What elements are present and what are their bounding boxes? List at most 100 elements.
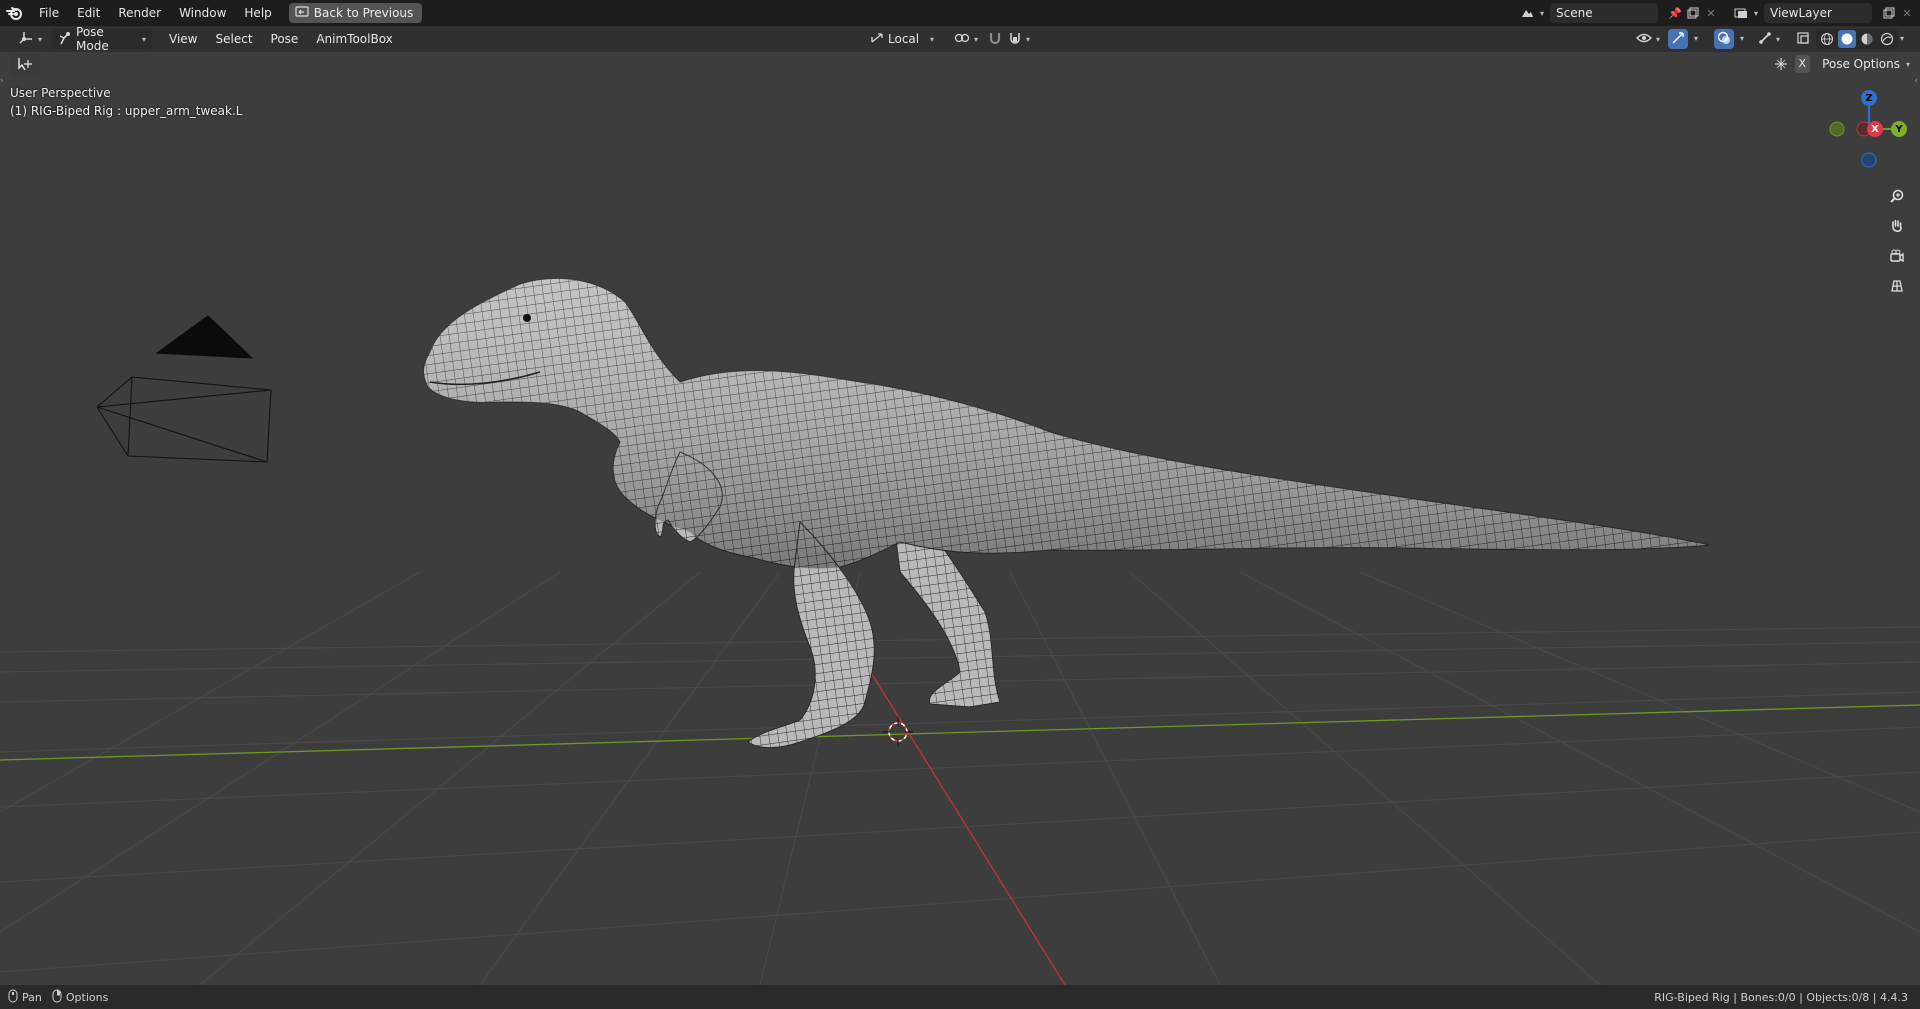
view-layer-name[interactable]: ViewLayer (1764, 3, 1872, 23)
scene-controls: ▾ Scene 📌 ✕ ▾ ViewLayer ✕ (1514, 0, 1920, 26)
scene-canvas[interactable] (0, 52, 1920, 985)
pose-options-dropdown[interactable]: Pose Options ▾ (1822, 57, 1910, 71)
pivot-icon (954, 31, 970, 48)
status-pan: Pan (0, 989, 50, 1006)
active-object-label: (1) RIG-Biped Rig : upper_arm_tweak.L (10, 104, 243, 118)
pin-icon[interactable]: 📌 (1668, 6, 1682, 20)
transform-orientation-selector[interactable]: Local ▾ (864, 29, 940, 49)
transform-orientation-label: Local (888, 32, 920, 46)
screen-back-icon (295, 5, 309, 21)
snapping-chevron-down-icon: ▾ (1026, 34, 1031, 44)
visibility-selector[interactable]: ▾ (1630, 29, 1666, 49)
status-info: RIG-Biped Rig | Bones:0/0 | Objects:0/8 … (1654, 990, 1908, 1004)
overlays-chevron-down-icon[interactable]: ▾ (1740, 34, 1744, 43)
trex-mesh (423, 278, 1711, 749)
material-shading-icon[interactable] (1858, 30, 1876, 48)
blender-logo-icon[interactable] (0, 0, 30, 26)
back-to-previous-button[interactable]: Back to Previous (288, 3, 423, 23)
eye-icon (1636, 32, 1652, 47)
3d-viewport-icon (18, 31, 34, 48)
menu-animtoolbox[interactable]: AnimToolBox (307, 32, 401, 46)
local-orientation-icon (870, 32, 884, 47)
pose-options-chevron-down-icon: ▾ (1905, 59, 1910, 69)
shading-chevron-down-icon[interactable]: ▾ (1900, 34, 1904, 43)
viewport-header: ▾ Pose Mode ▾ View Select Pose AnimToolB… (0, 25, 1920, 53)
zoom-icon[interactable] (1884, 183, 1910, 209)
orientation-chevron-down-icon: ▾ (929, 34, 934, 44)
snap-target-icon (1008, 31, 1022, 48)
camera-view-icon[interactable] (1884, 243, 1910, 269)
view-layer-selector[interactable]: ▾ ViewLayer (1728, 3, 1878, 23)
transform-affect-icon[interactable] (1773, 56, 1789, 72)
scene-icon (1520, 6, 1534, 20)
bone-overlays-chevron-down-icon: ▾ (1776, 34, 1781, 44)
top-menu-bar: File Edit Render Window Help Back to Pre… (0, 0, 1920, 26)
overlays-icon (1717, 31, 1731, 48)
gizmo-x-button[interactable]: X (1867, 121, 1883, 137)
3d-viewport[interactable]: User Perspective (1) RIG-Biped Rig : upp… (0, 52, 1920, 985)
status-bar: Pan Options RIG-Biped Rig | Bones:0/0 | … (0, 985, 1920, 1009)
delete-view-layer-icon[interactable]: ✕ (1900, 6, 1914, 20)
new-scene-icon[interactable] (1686, 6, 1700, 20)
xray-icon (1796, 31, 1810, 48)
sidebar-toggle-left-icon[interactable]: › (0, 76, 4, 86)
scene-selector[interactable]: ▾ Scene (1514, 3, 1664, 23)
editor-type-button[interactable]: ▾ (12, 29, 48, 49)
pose-options-label: Pose Options (1822, 57, 1900, 71)
x-mirror-toggle[interactable]: X (1794, 55, 1811, 73)
gizmos-toggle[interactable] (1668, 29, 1688, 49)
y-axis-line (0, 704, 1920, 761)
back-to-previous-label: Back to Previous (313, 6, 414, 20)
menu-view[interactable]: View (160, 32, 206, 46)
bone-icon (1758, 31, 1772, 48)
pan-hand-icon[interactable] (1884, 213, 1910, 239)
gizmo-icon (1671, 31, 1685, 48)
magnet-icon (988, 31, 1002, 48)
visibility-chevron-down-icon: ▾ (1656, 34, 1661, 44)
snapping-selector[interactable]: ▾ (1002, 29, 1036, 49)
bone-overlays-toggle[interactable]: ▾ (1752, 29, 1786, 49)
select-tool-button[interactable] (10, 54, 40, 76)
scene-name[interactable]: Scene (1550, 3, 1658, 23)
scene-chevron-down-icon: ▾ (1540, 8, 1545, 18)
pivot-point-selector[interactable]: ▾ (948, 29, 984, 49)
editor-type-chevron-down-icon: ▾ (38, 34, 43, 44)
sidebar-toggle-right-icon[interactable]: ‹ (1914, 76, 1918, 86)
gizmo-z-button[interactable]: Z (1861, 90, 1877, 106)
mouse-right-icon (52, 989, 62, 1006)
overlays-toggle[interactable] (1714, 29, 1734, 49)
perspective-ortho-grid-icon[interactable] (1884, 273, 1910, 299)
pivot-chevron-down-icon: ▾ (974, 34, 979, 44)
rendered-shading-icon[interactable] (1878, 30, 1896, 48)
menu-select[interactable]: Select (207, 32, 262, 46)
3d-cursor (883, 717, 913, 747)
mode-chevron-down-icon: ▾ (142, 34, 147, 44)
mode-selector[interactable]: Pose Mode ▾ (52, 25, 153, 53)
tweak-cursor-icon (16, 56, 34, 75)
status-pan-label: Pan (22, 990, 42, 1004)
wireframe-shading-icon[interactable] (1818, 30, 1836, 48)
mode-label: Pose Mode (76, 25, 109, 53)
pose-options-area: X Pose Options ▾ (1773, 54, 1910, 74)
status-options: Options (50, 989, 116, 1006)
status-options-label: Options (65, 990, 109, 1004)
menu-pose[interactable]: Pose (262, 32, 308, 46)
menu-window[interactable]: Window (170, 2, 235, 24)
view-layer-icon (1734, 6, 1748, 20)
delete-scene-icon[interactable]: ✕ (1704, 6, 1718, 20)
camera-object (96, 315, 272, 463)
menu-file[interactable]: File (30, 2, 68, 24)
view-name-label: User Perspective (10, 86, 111, 100)
shading-modes (1816, 29, 1898, 49)
menu-render[interactable]: Render (109, 2, 170, 24)
gizmos-chevron-down-icon[interactable]: ▾ (1694, 34, 1698, 43)
mouse-middle-icon (8, 989, 18, 1006)
menu-help[interactable]: Help (235, 2, 280, 24)
new-view-layer-icon[interactable] (1882, 6, 1896, 20)
tool-row: X Pose Options ▾ (0, 52, 1920, 76)
menu-edit[interactable]: Edit (68, 2, 109, 24)
gizmo-y-button[interactable]: Y (1891, 121, 1907, 137)
xray-toggle[interactable] (1790, 29, 1816, 49)
solid-shading-icon[interactable] (1838, 30, 1856, 48)
pose-mode-icon (58, 31, 72, 48)
